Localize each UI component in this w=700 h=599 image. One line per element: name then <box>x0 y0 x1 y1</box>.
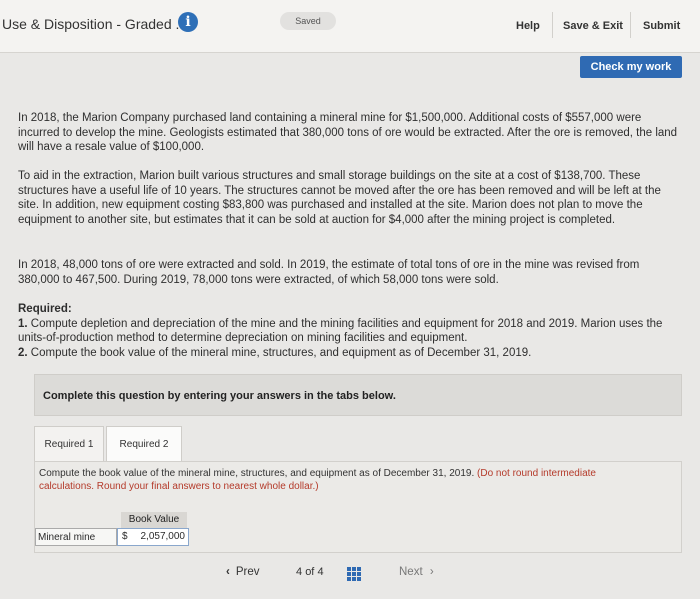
required-heading: Required: <box>18 303 72 315</box>
page-total: 4 <box>317 566 324 578</box>
submit-button[interactable]: Submit <box>643 20 680 32</box>
problem-paragraph-1: In 2018, the Marion Company purchased la… <box>18 112 678 153</box>
divider <box>630 12 631 38</box>
grid-icon[interactable] <box>347 567 361 581</box>
divider <box>552 12 553 38</box>
top-bar: Use & Disposition - Graded ... i Saved H… <box>0 0 700 53</box>
help-button[interactable]: Help <box>516 20 540 32</box>
instruction-text: Compute the book value of the mineral mi… <box>39 468 475 479</box>
problem-paragraph-3: In 2018, 48,000 tons of ore were extract… <box>18 259 640 286</box>
mineral-mine-book-value-input[interactable]: $ 2,057,000 <box>117 528 189 546</box>
answer-panel: Compute the book value of the mineral mi… <box>34 461 682 553</box>
required-item-1-number: 1. <box>18 317 28 330</box>
currency-symbol: $ <box>122 531 128 542</box>
chevron-left-icon: ‹ <box>226 566 230 578</box>
book-value-column-header: Book Value <box>121 512 187 528</box>
required-item-1: 1. Compute depletion and depreciation of… <box>18 318 662 345</box>
tab-required-2[interactable]: Required 2 <box>106 426 182 464</box>
prev-button[interactable]: ‹ Prev <box>226 566 260 578</box>
panel-instruction: Compute the book value of the mineral mi… <box>39 468 639 493</box>
required-item-1-text: Compute depletion and depreciation of th… <box>18 317 663 345</box>
saved-status: Saved <box>280 12 336 30</box>
book-value-amount: 2,057,000 <box>140 531 186 542</box>
page-of: of <box>305 566 315 578</box>
required-item-2-number: 2. <box>18 346 28 359</box>
required-item-2-text: Compute the book value of the mineral mi… <box>30 346 532 359</box>
next-button[interactable]: Next › <box>399 566 434 578</box>
page-current: 4 <box>296 566 303 578</box>
check-my-work-button[interactable]: Check my work <box>580 56 682 78</box>
save-exit-button[interactable]: Save & Exit <box>563 20 623 32</box>
chevron-right-icon: › <box>429 566 434 578</box>
problem-paragraph-2: To aid in the extraction, Marion built v… <box>18 170 661 226</box>
assignment-title: Use & Disposition - Graded ... <box>2 16 188 32</box>
page-indicator: 4 of 4 <box>296 566 324 578</box>
tab-required-1[interactable]: Required 1 <box>34 426 104 462</box>
next-label: Next <box>399 566 423 578</box>
info-icon[interactable]: i <box>178 12 198 32</box>
prev-label: Prev <box>235 566 260 578</box>
complete-question-banner: Complete this question by entering your … <box>34 374 682 416</box>
required-section: Required: 1. Compute depletion and depre… <box>18 302 678 360</box>
mineral-mine-row-label: Mineral mine <box>35 528 117 546</box>
required-item-2: 2. Compute the book value of the mineral… <box>18 347 531 359</box>
